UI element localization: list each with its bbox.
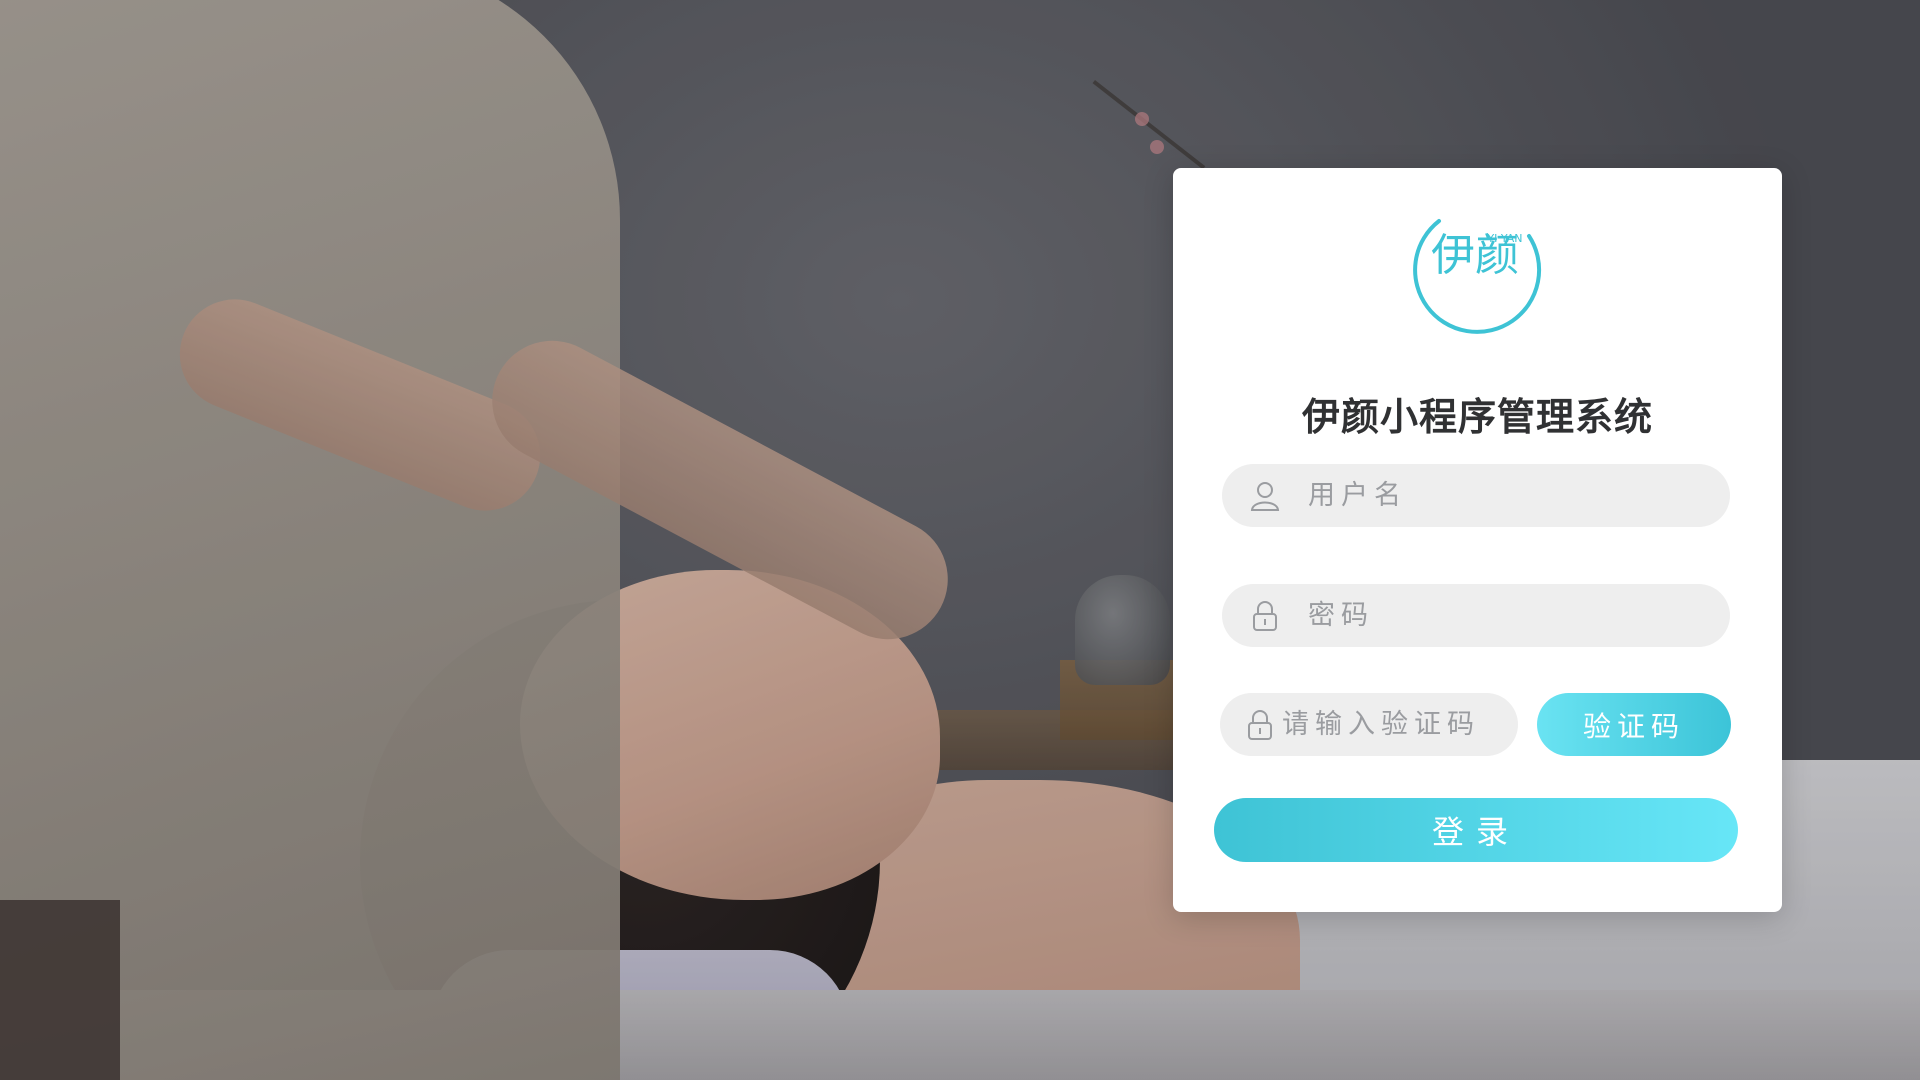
username-field[interactable] bbox=[1222, 464, 1730, 527]
password-input[interactable] bbox=[1306, 599, 1690, 632]
verification-code-input[interactable] bbox=[1280, 708, 1524, 741]
lock-icon bbox=[1248, 599, 1282, 633]
page-title: 伊颜小程序管理系统 bbox=[1301, 395, 1653, 439]
lock-icon bbox=[1246, 708, 1274, 742]
verification-code-field[interactable] bbox=[1220, 693, 1524, 756]
username-input[interactable] bbox=[1306, 479, 1690, 512]
get-verification-code-button[interactable]: 验证码 bbox=[1537, 693, 1731, 756]
password-field[interactable] bbox=[1222, 584, 1730, 647]
brand-logo: 伊颜 YI YAN bbox=[1409, 196, 1547, 334]
login-button[interactable]: 登录 bbox=[1214, 798, 1738, 862]
user-icon bbox=[1248, 479, 1282, 513]
brand-logo-mark: 伊颜 YI YAN bbox=[1413, 219, 1542, 334]
login-card: 伊颜 YI YAN 伊颜小程序管理系统 用户名 请输入验证码 验证码 登录 bbox=[1173, 168, 1782, 912]
brand-logo-en: YI YAN bbox=[1486, 232, 1522, 245]
login-page: 伊颜 YI YAN 伊颜小程序管理系统 用户名 请输入验证码 验证码 登录 bbox=[0, 0, 1920, 1080]
